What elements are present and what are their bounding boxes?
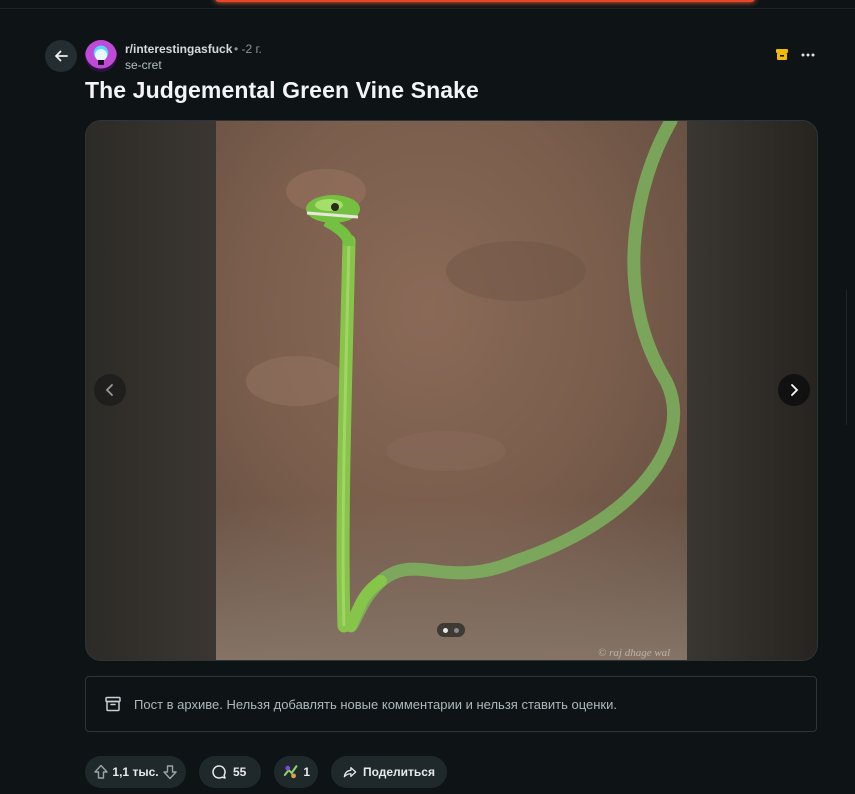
subreddit-logo-icon bbox=[95, 49, 107, 65]
chevron-right-icon bbox=[791, 384, 799, 396]
post-actions: 1,1 тыс. 55 1 Поделиться bbox=[85, 756, 447, 788]
share-label: Поделиться bbox=[362, 765, 435, 779]
award-icon bbox=[283, 765, 298, 779]
post-age: • -2 г. bbox=[234, 42, 262, 56]
more-icon bbox=[801, 53, 815, 57]
back-arrow-icon bbox=[55, 50, 68, 62]
share-icon bbox=[343, 767, 357, 778]
post-title[interactable]: The Judgemental Green Vine Snake bbox=[85, 77, 479, 104]
comment-icon bbox=[212, 765, 226, 779]
archived-notice: Пост в архиве. Нельзя добавлять новые ко… bbox=[85, 676, 817, 732]
comment-count: 55 bbox=[233, 765, 247, 779]
gallery-dot-2[interactable] bbox=[454, 627, 459, 633]
photo-watermark: © raj dhage wal bbox=[598, 647, 671, 659]
post-author[interactable]: se-cret bbox=[125, 58, 162, 72]
gallery-next-button[interactable] bbox=[778, 374, 810, 406]
top-accent-bar bbox=[215, 0, 755, 2]
snake-photo[interactable] bbox=[216, 121, 687, 660]
header-divider bbox=[0, 8, 855, 9]
back-button[interactable] bbox=[45, 40, 77, 72]
share-button[interactable]: Поделиться bbox=[331, 756, 447, 788]
comments-button[interactable]: 55 bbox=[199, 756, 261, 788]
archived-notice-text: Пост в архиве. Нельзя добавлять новые ко… bbox=[134, 696, 617, 712]
gallery-dot-1[interactable] bbox=[443, 627, 448, 633]
image-gallery[interactable]: © raj dhage wal bbox=[85, 120, 818, 661]
gallery-prev-button[interactable] bbox=[94, 374, 126, 406]
right-panel-edge bbox=[846, 290, 855, 425]
archive-icon bbox=[776, 49, 788, 60]
award-count: 1 bbox=[303, 765, 310, 779]
archive-icon bbox=[105, 696, 121, 712]
subreddit-name[interactable]: r/interestingasfuck bbox=[125, 42, 232, 56]
gallery-pagination bbox=[437, 623, 465, 637]
chevron-left-icon bbox=[105, 384, 113, 396]
archived-badge bbox=[775, 48, 789, 66]
award-button[interactable]: 1 bbox=[274, 756, 318, 788]
more-options-button[interactable] bbox=[798, 44, 818, 66]
subreddit-avatar[interactable] bbox=[85, 40, 117, 72]
downvote-icon[interactable] bbox=[162, 764, 178, 780]
upvote-icon[interactable] bbox=[93, 764, 109, 780]
vote-count: 1,1 тыс. bbox=[112, 765, 159, 779]
vote-control: 1,1 тыс. bbox=[85, 756, 186, 788]
